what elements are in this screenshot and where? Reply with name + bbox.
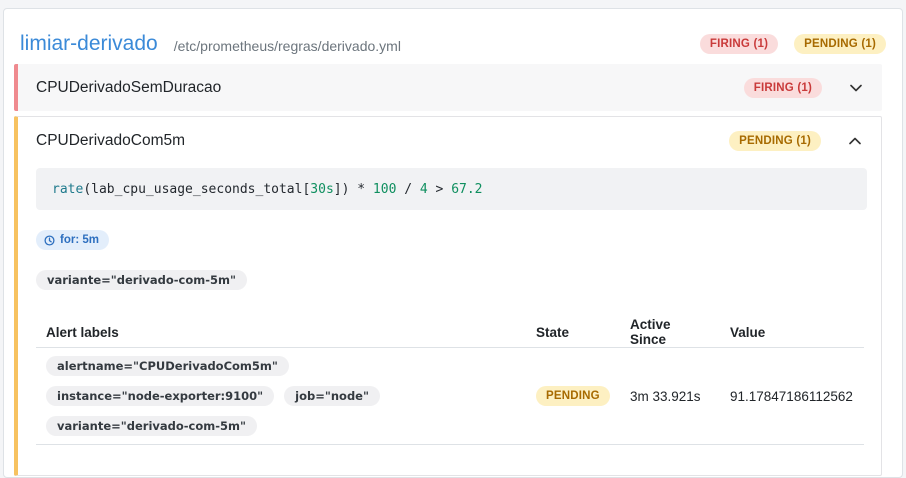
rule-group-header: limiar-derivado /etc/prometheus/regras/d…	[20, 29, 886, 59]
alert-labels-cell: alertname="CPUDerivadoCom5m" instance="n…	[36, 347, 526, 445]
rule-label-pill: variante="derivado-com-5m"	[36, 270, 247, 290]
rule-pending-badge: PENDING (1)	[729, 130, 821, 151]
rule-header[interactable]: CPUDerivadoSemDuracao FIRING (1)	[36, 64, 870, 111]
rule-expression: rate(lab_cpu_usage_seconds_total[30s]) *…	[36, 168, 867, 210]
table-header-row: Alert labels State Active Since Value	[36, 317, 864, 348]
rule-item-cpuderivadocom5m: CPUDerivadoCom5m PENDING (1) rate(lab_cp…	[14, 116, 882, 476]
rule-name: CPUDerivadoCom5m	[36, 131, 186, 149]
alert-label-pill: job="node"	[284, 386, 380, 406]
column-header-active-since: Active Since	[620, 317, 720, 348]
chevron-up-icon[interactable]	[841, 130, 869, 152]
expr-range: 30s	[310, 181, 334, 197]
expr-paren-open: (	[83, 181, 92, 197]
alert-state-badge: PENDING	[536, 386, 610, 406]
alert-state-cell: PENDING	[526, 347, 620, 445]
column-header-alert-labels: Alert labels	[36, 317, 526, 348]
expr-metric: lab_cpu_usage_seconds_total[	[91, 181, 311, 197]
expr-multiply: *	[349, 181, 373, 197]
for-duration-badge: for: 5m	[36, 230, 109, 250]
table-row: alertname="CPUDerivadoCom5m" instance="n…	[36, 347, 864, 445]
alert-label-pill: variante="derivado-com-5m"	[46, 416, 257, 436]
rule-item-cpuderivadosemduracao[interactable]: CPUDerivadoSemDuracao FIRING (1)	[14, 64, 882, 111]
alerts-table: Alert labels State Active Since Value al…	[36, 317, 864, 445]
column-header-value: Value	[720, 317, 864, 348]
rule-labels: variante="derivado-com-5m"	[36, 270, 247, 290]
clock-icon	[44, 234, 55, 246]
alert-active-since: 3m 33.921s	[620, 347, 720, 445]
expr-function: rate	[52, 181, 84, 197]
expr-greater-than: >	[427, 181, 452, 197]
chevron-down-icon[interactable]	[842, 77, 870, 99]
expr-divide: /	[396, 181, 420, 197]
expr-number: 4	[419, 181, 428, 197]
group-firing-badge: FIRING (1)	[699, 34, 779, 54]
group-badges: FIRING (1) PENDING (1)	[699, 34, 886, 54]
group-title[interactable]: limiar-derivado	[20, 32, 158, 56]
for-duration-label: for: 5m	[60, 234, 99, 246]
column-header-state: State	[526, 317, 620, 348]
expr-threshold: 67.2	[451, 181, 483, 197]
alert-labels: alertname="CPUDerivadoCom5m" instance="n…	[46, 356, 486, 436]
group-file-path: /etc/prometheus/regras/derivado.yml	[173, 38, 401, 54]
alert-value: 91.17847186112562	[720, 347, 864, 445]
alert-label-pill: instance="node-exporter:9100"	[46, 386, 275, 406]
group-pending-badge: PENDING (1)	[794, 34, 886, 54]
rule-name: CPUDerivadoSemDuracao	[36, 78, 222, 96]
expr-number: 100	[372, 181, 397, 197]
rule-firing-badge: FIRING (1)	[743, 77, 822, 98]
expr-paren-close: ])	[333, 181, 350, 197]
rule-header[interactable]: CPUDerivadoCom5m PENDING (1)	[36, 117, 869, 164]
alert-label-pill: alertname="CPUDerivadoCom5m"	[46, 356, 289, 376]
